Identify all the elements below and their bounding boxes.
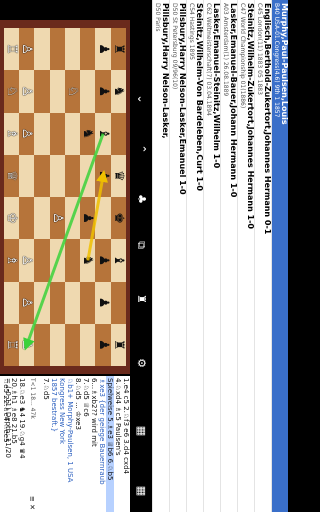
game-players: Pillsbury,Harry Nelson-Lasker, — [161, 3, 169, 139]
notation-line[interactable]: 8.♘d5 ... ♔xe3 — [74, 376, 82, 512]
notation-line[interactable]: 1.e4 c5 2.♘f3 e6 3.d4 cxd4 — [122, 376, 130, 512]
notation-line[interactable]: 7.♘d5 ♕c6 — [82, 376, 90, 512]
game-info: C47 World Championship 01(1886) — [239, 3, 246, 109]
game-info: C45 London(11) 1883 05 1883 — [256, 3, 263, 95]
move-navigation-status: T<1 18... 47k — [29, 378, 36, 419]
game-list-item[interactable]: Pillsbury,Harry Nelson-Lasker,Emanuel 1-… — [169, 0, 186, 512]
grid-icon[interactable]: ▦ — [132, 422, 150, 440]
game-list-item[interactable]: Steinitz,Wilhelm-Von Bardeleben,Curt 1-0… — [186, 0, 203, 512]
notation-line[interactable]: 7.♘d5 — [42, 376, 50, 512]
game-info: C62 Weltmeisterschaft(7) 03.04.1894 — [205, 3, 212, 116]
game-list[interactable]: Murphy,Paul-Paulsen,Louis B40 USA-01.Cong… — [152, 0, 288, 512]
game-info: A03 Amsterdam(1) 26.08.1889 — [222, 3, 229, 97]
game-players: Englisch,Berthold-Zukertort,Johannes Her… — [263, 3, 271, 235]
notation-line[interactable]: 18.♘e3 ♞4 19.♘g4 ♛4 — [18, 376, 26, 459]
game-info: B40 USA-01.Congress(4.6) 9th 1 1857 — [273, 3, 280, 118]
tree-icon[interactable]: ♣ — [132, 190, 150, 208]
game-list-item[interactable]: Steinitz,Wilhelm-Zukertort,Johannes Herm… — [237, 0, 254, 512]
game-list-item[interactable]: Englisch,Berthold-Zukertort,Johannes Her… — [254, 0, 271, 512]
chess-board[interactable]: ♜♞♛♚♝♜♟♟♝♟♟♟♟♞♟♞♘♙♙♙♙♙♙♙♖♘♗♕♔♗♖ — [4, 28, 126, 366]
game-list-item[interactable]: Lasker,Emanuel-Bauer,Johann Hermann 1-0 A… — [220, 0, 237, 512]
game-players: Lasker,Emanuel-Bauer,Johann Hermann 1-0 — [229, 3, 237, 198]
notation-line[interactable]: Kongress New York — [58, 376, 66, 512]
game-players: Steinitz,Wilhelm-Zukertort,Johannes Herm… — [246, 3, 254, 229]
move-list[interactable]: 1.e4 c5 2.♘f3 e6 3.d4 cxd4 4.♘xd4 ♗c5 Pau… — [42, 376, 130, 512]
game-list-item[interactable]: Lasker,Emanuel-Steinitz,Wilhelm 1-0 C62 W… — [203, 0, 220, 512]
chevron-down-icon[interactable]: ⌄ — [132, 90, 150, 108]
game-list-item[interactable]: Pillsbury,Harry Nelson-Lasker, D50 Paris — [152, 0, 169, 512]
game-players: Lasker,Emanuel-Steinitz,Wilhelm 1-0 — [212, 3, 220, 169]
chevron-up-icon[interactable]: ⌃ — [132, 140, 150, 158]
notation-line[interactable]: Spielweise 5.♗e3 ♕b6 6.♘b5 — [106, 376, 114, 512]
toolbar: ▦ ▦ ⚙ ♜ ⧉ ♣ ⌃ ⌄ — [130, 0, 152, 512]
game-players: Steinitz,Wilhelm-Von Bardeleben,Curt 1-0 — [195, 3, 203, 191]
notation-line[interactable]: 4.♘xd4 ♗c5 Paulsen's — [114, 376, 122, 512]
notation-line[interactable]: ♘b1+ Morphy-Paulsen, 1 USA — [66, 376, 74, 512]
board-frame: ♜♞♛♚♝♜♟♟♝♟♟♟♟♞♟♞♘♙♙♙♙♙♙♙♖♘♗♕♔♗♖ — [0, 20, 130, 374]
game-info: D50 St Petersburg 09/96(10) — [171, 3, 178, 90]
game-info: D50 Paris — [154, 3, 161, 32]
notation-menu-button[interactable]: ≡ ✕ — [28, 496, 36, 510]
game-players: Pillsbury,Harry Nelson-Lasker,Emanuel 1-… — [178, 3, 186, 195]
notation-line[interactable]: ♗xe3 {der geiege Bauernraub — [98, 376, 106, 512]
notation-line[interactable]: 6...♗xb2?? wird mit — [90, 376, 98, 512]
pieces-icon[interactable]: ♜ — [132, 290, 150, 308]
notation-panel[interactable]: 1.e4 c5 2.♘f3 e6 3.d4 cxd4 4.♘xd4 ♗c5 Pau… — [0, 376, 130, 512]
game-list-item[interactable]: Murphy,Paul-Paulsen,Louis B40 USA-01.Cong… — [271, 0, 288, 512]
arrow-overlay — [23, 133, 108, 351]
notation-line[interactable]: 1857 bestraft.} — [50, 376, 58, 512]
move-arrow — [86, 169, 108, 261]
engine-eval: = (-0.11) Depth: 11/20 — [4, 378, 12, 458]
grid-icon[interactable]: ▦ — [132, 482, 150, 500]
gear-icon[interactable]: ⚙ — [132, 354, 150, 372]
game-info: C54 Hastings 1895 — [188, 3, 195, 60]
game-players: Murphy,Paul-Paulsen,Louis — [280, 3, 288, 125]
hierarchy-icon[interactable]: ⧉ — [132, 236, 150, 254]
chess-app: Murphy,Paul-Paulsen,Louis B40 USA-01.Cong… — [0, 0, 288, 512]
